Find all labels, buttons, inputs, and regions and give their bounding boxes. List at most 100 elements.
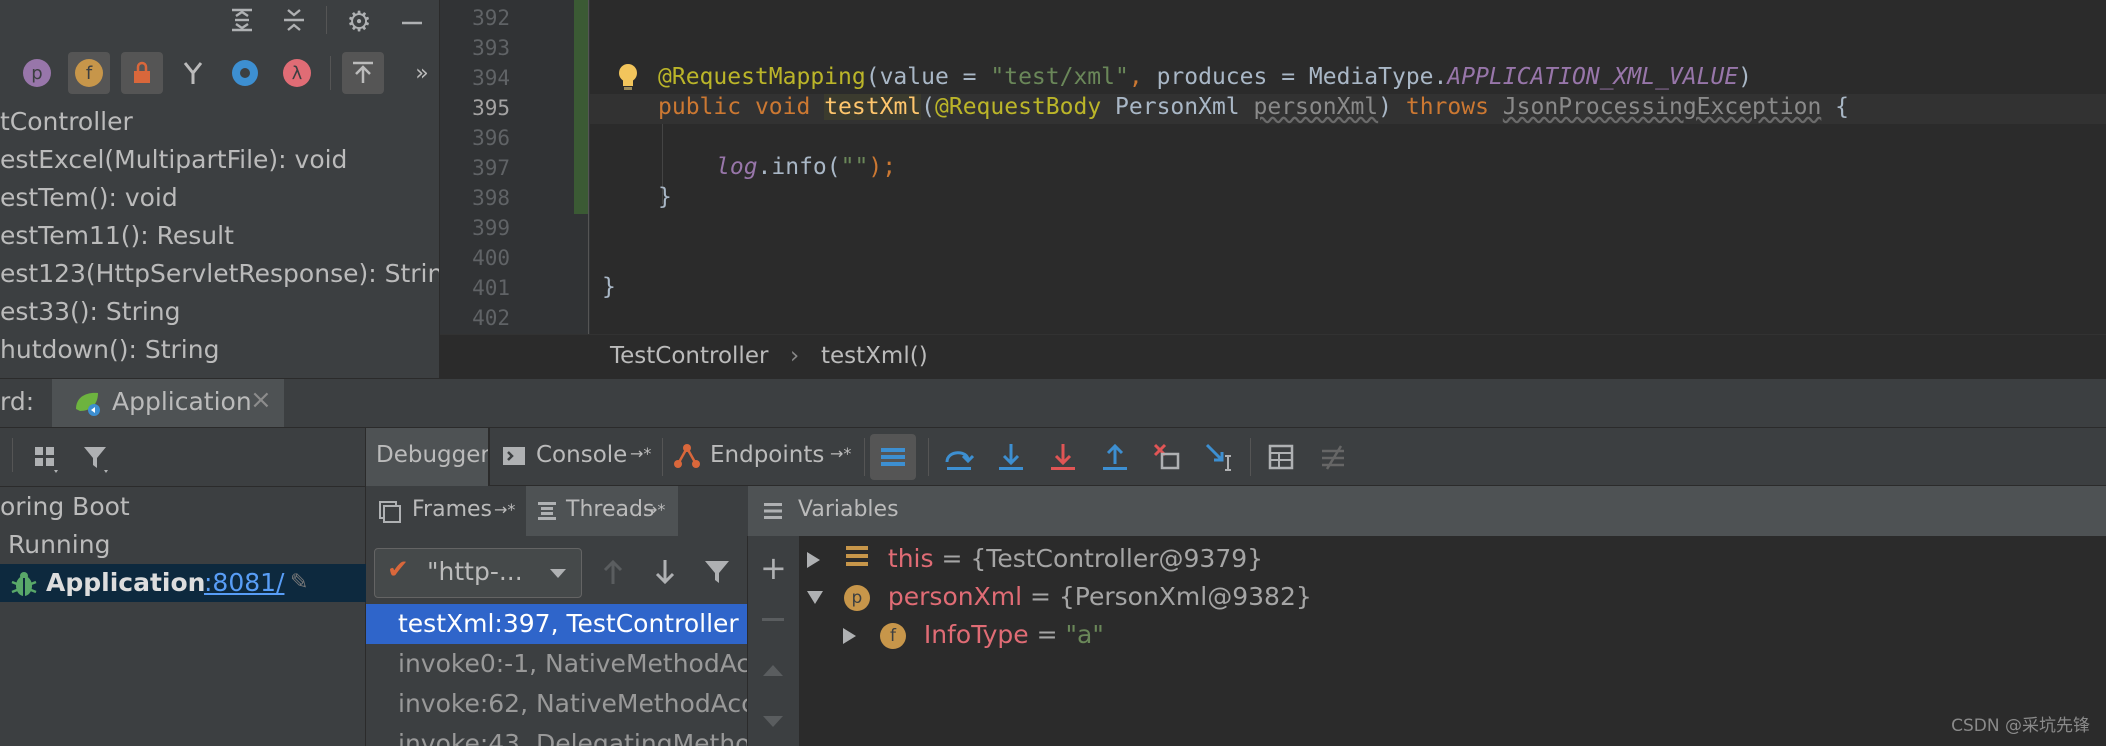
remove-watch-icon[interactable] [762, 618, 784, 621]
code-token: testXml [824, 94, 922, 120]
step-over-icon[interactable] [940, 438, 978, 476]
show-properties-icon[interactable]: p [20, 56, 54, 90]
step-out-icon[interactable] [1096, 438, 1134, 476]
chevron-down-icon[interactable] [806, 578, 836, 616]
run-to-cursor-icon[interactable] [1200, 438, 1238, 476]
tab-threads-box[interactable]: Threads →* [526, 486, 678, 536]
variable-row-personxml[interactable]: p personXml = {PersonXml@9382} [806, 578, 1312, 616]
code-token: ); [868, 154, 897, 180]
structure-item[interactable]: tController [0, 104, 133, 140]
gear-icon[interactable]: ⚙ [342, 4, 376, 38]
step-into-icon[interactable] [992, 438, 1030, 476]
show-inherited-icon[interactable] [176, 56, 210, 90]
tab-threads: Threads [566, 497, 655, 522]
code-token: = [948, 64, 991, 90]
breadcrumb-class[interactable]: TestController [610, 343, 768, 369]
code-line-397: log.info(""); [716, 154, 896, 180]
pin-icon[interactable]: →* [830, 444, 851, 463]
line-number: 396 [472, 126, 510, 150]
current-line-number: 395 [472, 96, 510, 120]
move-down-icon[interactable] [762, 714, 784, 733]
tab-debugger-label: Debugger [376, 442, 490, 468]
pin-icon[interactable]: →* [644, 500, 665, 519]
pin-icon[interactable]: →* [630, 444, 651, 463]
show-lambdas-icon[interactable]: λ [280, 56, 314, 90]
code-token: @RequestBody [935, 94, 1102, 120]
tree-node-spring-boot[interactable]: oring Boot [0, 488, 130, 526]
pin-icon[interactable]: →* [494, 500, 515, 519]
tab-frames[interactable]: Frames [412, 497, 492, 522]
collapse-all-icon[interactable] [278, 4, 310, 36]
chevron-right-icon[interactable] [806, 540, 836, 578]
more-icon[interactable]: » [408, 56, 436, 90]
evaluate-expression-icon[interactable] [1262, 438, 1300, 476]
expand-all-icon[interactable] [226, 4, 258, 36]
line-number: 394 [472, 66, 510, 90]
code-token: ( [865, 64, 880, 90]
line-number: 397 [472, 156, 510, 180]
port-link[interactable]: :8081/ [204, 564, 284, 602]
divider [326, 6, 327, 34]
variable-row-infotype[interactable]: f InfoType = "a" [842, 616, 1104, 654]
drop-frame-icon[interactable] [1148, 438, 1186, 476]
frame-row[interactable]: invoke:62, NativeMethodAcc [366, 684, 747, 724]
code-token: public [658, 94, 742, 120]
close-tab-icon[interactable]: × [250, 385, 272, 415]
tab-console[interactable]: Console [536, 442, 627, 468]
show-non-public-icon[interactable] [121, 52, 163, 94]
structure-item[interactable]: estTem11(): Result [0, 218, 234, 254]
structure-item[interactable]: hutdown(): String [0, 332, 219, 368]
code-token: .info( [757, 154, 841, 180]
code-token: "" [840, 154, 869, 180]
lightbulb-icon[interactable] [616, 62, 642, 92]
code-token: produces [1156, 64, 1268, 90]
move-up-icon[interactable] [762, 662, 784, 681]
structure-item[interactable]: estExcel(MultipartFile): void [0, 142, 347, 178]
tab-application[interactable]: Application × [52, 379, 284, 427]
variable-row-this[interactable]: this = {TestController@9379} [806, 540, 1263, 578]
show-fields-icon[interactable]: f [68, 52, 110, 94]
variables-side-toolbar: + [748, 536, 800, 746]
force-step-into-icon[interactable] [1044, 438, 1082, 476]
code-token: PersonXml [1115, 94, 1240, 120]
divider [12, 438, 13, 472]
edit-pencil-icon[interactable]: ✎ [290, 564, 308, 602]
minimize-icon[interactable] [396, 6, 428, 38]
code-token: = [1267, 64, 1309, 90]
structure-item[interactable]: est33(): String [0, 294, 181, 330]
structure-item[interactable]: est123(HttpServletResponse): String [0, 256, 439, 292]
line-number: 399 [472, 216, 510, 240]
tab-endpoints[interactable]: Endpoints [710, 442, 824, 468]
next-frame-icon[interactable] [648, 552, 682, 592]
tree-node-running[interactable]: Running [8, 526, 110, 564]
frame-row[interactable]: invoke0:-1, NativeMethodAcc [366, 644, 747, 684]
frame-row[interactable]: invoke:43, DelegatingMetho [366, 724, 747, 746]
line-number: 401 [472, 276, 510, 300]
frame-row-selected[interactable]: testXml:397, TestController [366, 604, 747, 644]
previous-frame-icon[interactable] [596, 552, 630, 592]
divider [330, 56, 331, 90]
code-line-401: } [602, 274, 616, 300]
equals-sign: = [1036, 620, 1058, 649]
show-anonymous-icon[interactable] [228, 56, 262, 90]
field-badge-icon: f [879, 623, 906, 649]
thread-selector[interactable]: ✔ "http-... [374, 548, 582, 598]
group-by-icon[interactable] [30, 442, 64, 476]
show-execution-point-icon[interactable] [870, 434, 916, 480]
trace-icon[interactable] [1314, 438, 1352, 476]
chevron-right-icon[interactable] [842, 616, 872, 654]
variables-panel: this = {TestController@9379} p personXml… [800, 536, 2106, 746]
tab-debugger[interactable]: Debugger [366, 428, 490, 486]
code-token: { [1835, 94, 1850, 120]
autoscroll-icon[interactable] [342, 52, 384, 94]
services-toolbar [0, 428, 366, 487]
add-watch-icon[interactable]: + [760, 552, 787, 584]
filter-icon[interactable] [700, 552, 734, 592]
tree-node-application[interactable]: Application :8081/ ✎ [0, 564, 366, 602]
application-label: Application [46, 568, 206, 597]
filter-icon[interactable] [80, 442, 114, 476]
code-token: @RequestMapping [658, 64, 866, 90]
breadcrumb-method[interactable]: testXml() [821, 343, 928, 369]
structure-item[interactable]: estTem(): void [0, 180, 178, 216]
code-editor[interactable]: 392 393 394 395 396 397 398 399 400 401 … [440, 0, 2106, 334]
